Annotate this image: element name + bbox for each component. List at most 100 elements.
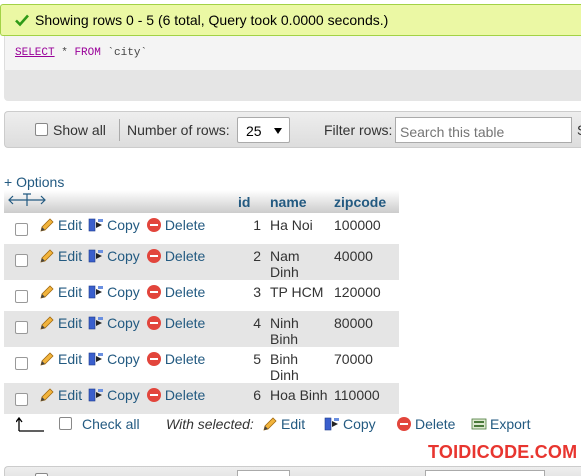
row-actions: Edit Copy Delete bbox=[36, 244, 235, 280]
column-header-id[interactable]: id bbox=[235, 190, 267, 213]
check-icon bbox=[15, 13, 29, 27]
delete-icon bbox=[146, 351, 162, 367]
delete-icon bbox=[146, 284, 162, 300]
delete-label: Delete bbox=[164, 315, 206, 331]
rows-select-value: 25 bbox=[246, 123, 262, 139]
edit-label: Edit bbox=[58, 284, 83, 300]
edit-button[interactable]: Edit bbox=[39, 351, 82, 367]
copy-button[interactable]: Copy bbox=[88, 248, 140, 264]
pencil-icon bbox=[39, 217, 55, 233]
row-checkbox[interactable] bbox=[15, 290, 28, 303]
edit-label: Edit bbox=[58, 217, 83, 233]
row-checkbox-cell bbox=[4, 280, 36, 311]
table-row[interactable]: Edit Copy Delete 1 Ha Noi 100000 bbox=[4, 213, 399, 244]
delete-label: Delete bbox=[164, 217, 206, 233]
bulk-edit-label: Edit bbox=[281, 416, 306, 432]
sql-star: * bbox=[61, 47, 68, 59]
row-checkbox[interactable] bbox=[15, 223, 28, 236]
cell-name: Ha Noi bbox=[267, 213, 331, 244]
rows-label: Number of rows: bbox=[127, 122, 230, 138]
cell-id: 4 bbox=[235, 311, 267, 347]
delete-icon bbox=[146, 387, 162, 403]
success-message: Showing rows 0 - 5 (6 total, Query took … bbox=[0, 4, 581, 36]
copy-button[interactable]: Copy bbox=[88, 387, 140, 403]
cell-name: Binh Dinh bbox=[267, 347, 331, 383]
delete-button[interactable]: Delete bbox=[146, 387, 205, 403]
sql-keyword-from: FROM bbox=[74, 47, 101, 59]
edit-button[interactable]: Edit bbox=[39, 217, 82, 233]
delete-button[interactable]: Delete bbox=[146, 351, 205, 367]
cell-id: 5 bbox=[235, 347, 267, 383]
delete-icon bbox=[146, 217, 162, 233]
copy-label: Copy bbox=[107, 217, 140, 233]
row-checkbox-cell bbox=[4, 213, 36, 244]
filter-input-bottom[interactable] bbox=[425, 470, 545, 476]
table-row[interactable]: Edit Copy Delete 4 Ninh Binh 80000 bbox=[4, 311, 399, 347]
row-actions: Edit Copy Delete bbox=[36, 311, 235, 347]
row-checkbox[interactable] bbox=[15, 321, 28, 334]
pencil-icon bbox=[39, 248, 55, 264]
table-row[interactable]: Edit Copy Delete 5 Binh Dinh 70000 bbox=[4, 347, 399, 383]
results-table: id name zipcode Edit Copy Delete 1 Ha Noi 100… bbox=[4, 190, 399, 414]
row-checkbox[interactable] bbox=[15, 357, 28, 370]
row-checkbox-cell bbox=[4, 244, 36, 280]
navigation-bar-bottom bbox=[4, 466, 581, 476]
show-all-label[interactable]: Show all bbox=[53, 122, 106, 138]
column-header-name[interactable]: name bbox=[267, 190, 331, 213]
cell-id: 2 bbox=[235, 244, 267, 280]
rows-select[interactable]: 25 bbox=[237, 117, 290, 143]
options-link[interactable]: + Options bbox=[4, 174, 64, 190]
resize-arrows-icon bbox=[8, 193, 46, 206]
edit-button[interactable]: Edit bbox=[39, 284, 82, 300]
edit-label: Edit bbox=[58, 351, 83, 367]
pencil-icon bbox=[39, 351, 55, 367]
table-row[interactable]: Edit Copy Delete 2 Nam Dinh 40000 bbox=[4, 244, 399, 280]
row-actions: Edit Copy Delete bbox=[36, 280, 235, 311]
bulk-copy-button[interactable]: Copy bbox=[324, 416, 376, 432]
column-header-zipcode[interactable]: zipcode bbox=[331, 190, 399, 213]
pencil-icon bbox=[39, 315, 55, 331]
row-checkbox[interactable] bbox=[15, 254, 28, 267]
delete-button[interactable]: Delete bbox=[146, 248, 205, 264]
edit-button[interactable]: Edit bbox=[39, 387, 82, 403]
delete-button[interactable]: Delete bbox=[146, 217, 205, 233]
delete-label: Delete bbox=[164, 387, 206, 403]
delete-label: Delete bbox=[164, 351, 206, 367]
navigation-bar: Show all Number of rows: 25 Filter rows:… bbox=[4, 111, 581, 148]
cell-zipcode: 120000 bbox=[331, 280, 399, 311]
copy-button[interactable]: Copy bbox=[88, 315, 140, 331]
row-checkbox-cell bbox=[4, 347, 36, 383]
row-actions: Edit Copy Delete bbox=[36, 213, 235, 244]
table-row[interactable]: Edit Copy Delete 3 TP HCM 120000 bbox=[4, 280, 399, 311]
copy-button[interactable]: Copy bbox=[88, 217, 140, 233]
column-resize-arrows[interactable] bbox=[4, 190, 235, 213]
edit-button[interactable]: Edit bbox=[39, 248, 82, 264]
edit-label: Edit bbox=[58, 248, 83, 264]
filter-label: Filter rows: bbox=[324, 122, 393, 138]
row-checkbox-cell bbox=[4, 311, 36, 347]
sql-keyword-select[interactable]: SELECT bbox=[15, 47, 55, 59]
bulk-edit-button[interactable]: Edit bbox=[262, 416, 305, 432]
with-selected-label: With selected: bbox=[166, 416, 254, 432]
cell-zipcode: 100000 bbox=[331, 213, 399, 244]
edit-button[interactable]: Edit bbox=[39, 315, 82, 331]
copy-label: Copy bbox=[107, 387, 140, 403]
show-all-checkbox[interactable] bbox=[35, 123, 48, 136]
copy-icon bbox=[88, 351, 104, 367]
bulk-delete-button[interactable]: Delete bbox=[396, 416, 455, 432]
check-all-checkbox[interactable] bbox=[59, 417, 72, 430]
rows-select-bottom[interactable] bbox=[237, 470, 290, 476]
copy-button[interactable]: Copy bbox=[88, 284, 140, 300]
pencil-icon bbox=[39, 387, 55, 403]
delete-button[interactable]: Delete bbox=[146, 315, 205, 331]
delete-button[interactable]: Delete bbox=[146, 284, 205, 300]
row-checkbox[interactable] bbox=[15, 393, 28, 406]
filter-input[interactable] bbox=[395, 117, 572, 143]
copy-icon bbox=[88, 217, 104, 233]
export-button[interactable]: Export bbox=[471, 416, 530, 432]
edit-label: Edit bbox=[58, 315, 83, 331]
check-all-label[interactable]: Check all bbox=[82, 416, 140, 432]
copy-button[interactable]: Copy bbox=[88, 351, 140, 367]
row-actions: Edit Copy Delete bbox=[36, 347, 235, 383]
bulk-delete-label: Delete bbox=[415, 416, 456, 432]
